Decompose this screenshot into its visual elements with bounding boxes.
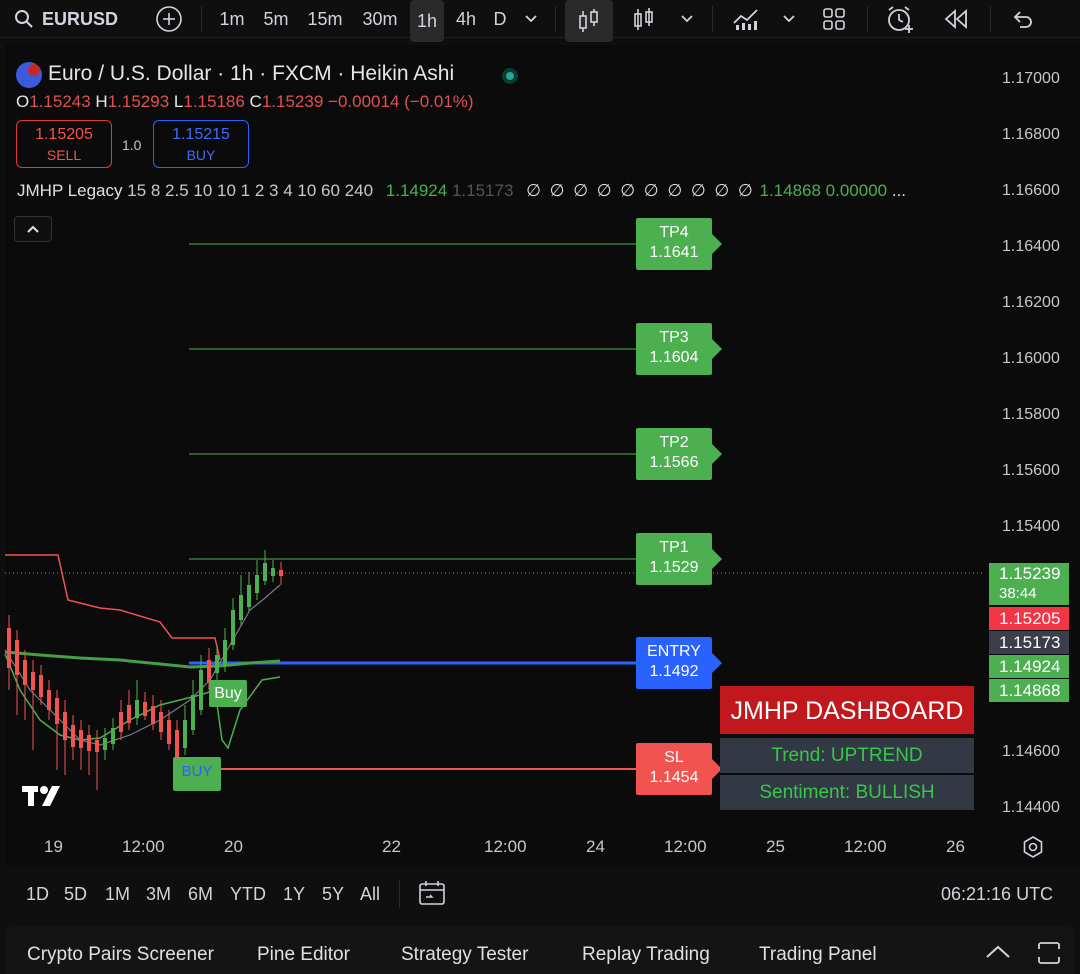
dashboard-sentiment: Sentiment: BULLISH (720, 775, 974, 810)
tp1-tag: TP1 1.1529 (636, 533, 722, 585)
tab-trading-panel[interactable]: Trading Panel (759, 944, 877, 966)
range-ytd[interactable]: YTD (230, 884, 266, 905)
time-label: 26 (946, 837, 965, 856)
range-6m[interactable]: 6M (188, 884, 213, 905)
price-label: 1.16600 (1002, 182, 1060, 199)
collapse-legend-button[interactable] (14, 216, 52, 242)
quantity[interactable]: 1.0 (122, 137, 141, 153)
range-5y[interactable]: 5Y (322, 884, 344, 905)
price-label: 1.15400 (1002, 518, 1060, 535)
price-label: 1.15800 (1002, 406, 1060, 423)
tab-strategy-tester[interactable]: Strategy Tester (401, 944, 528, 966)
time-label: 19 (44, 837, 63, 856)
price-label: 1.16800 (1002, 126, 1060, 143)
time-label: 24 (586, 837, 605, 856)
tab-pine-editor[interactable]: Pine Editor (257, 944, 350, 966)
candles (7, 550, 283, 790)
time-label: 12:00 (122, 837, 165, 856)
tp4-tag: TP4 1.1641 (636, 218, 722, 270)
toolbar-divider (399, 880, 400, 908)
time-label: 25 (766, 837, 785, 856)
chevron-up-icon (27, 225, 39, 233)
time-label: 12:00 (664, 837, 707, 856)
range-1m[interactable]: 1M (105, 884, 130, 905)
time-label: 12:00 (844, 837, 887, 856)
dashboard-panel: JMHP DASHBOARD Trend: UPTREND Sentiment:… (720, 686, 974, 810)
indicator-price-tag: 1.14868 (989, 679, 1069, 702)
range-1y[interactable]: 1Y (283, 884, 305, 905)
time-label: 22 (382, 837, 401, 856)
time-label: 20 (224, 837, 243, 856)
range-5d[interactable]: 5D (64, 884, 87, 905)
price-label: 1.16000 (1002, 350, 1060, 367)
dashboard-title: JMHP DASHBOARD (720, 686, 974, 734)
chevron-up-icon (986, 945, 1010, 958)
maximize-panel-button[interactable] (1036, 940, 1062, 971)
market-status-icon[interactable] (502, 68, 518, 84)
price-label: 1.15600 (1002, 462, 1060, 479)
tp2-tag: TP2 1.1566 (636, 428, 722, 480)
indicator-price-tag: 1.15173 (989, 631, 1069, 654)
buy-button[interactable]: 1.15215 BUY (153, 120, 249, 168)
indicator-price-tag: 1.14924 (989, 655, 1069, 678)
buy-signal-label: Buy (209, 680, 247, 707)
indicator-legend[interactable]: JMHP Legacy 15 8 2.5 10 10 1 2 3 4 10 60… (17, 181, 906, 201)
range-all[interactable]: All (360, 884, 380, 905)
dashboard-trend: Trend: UPTREND (720, 738, 974, 773)
expand-panel-button[interactable] (984, 942, 1012, 967)
price-label: 1.16400 (1002, 238, 1060, 255)
goto-date-button[interactable] (418, 880, 448, 913)
price-label: 1.17000 (1002, 70, 1060, 87)
sl-tag: SL 1.1454 (636, 743, 722, 795)
tab-crypto-pairs-screener[interactable]: Crypto Pairs Screener (27, 944, 214, 966)
range-3m[interactable]: 3M (146, 884, 171, 905)
tp3-tag: TP3 1.1604 (636, 323, 722, 375)
calendar-icon (419, 881, 445, 905)
clock[interactable]: 06:21:16 UTC (941, 884, 1053, 905)
sell-button[interactable]: 1.15205 SELL (16, 120, 112, 168)
chart-title[interactable]: Euro / U.S. Dollar · 1h · FXCM · Heikin … (48, 62, 454, 86)
price-label: 1.14400 (1002, 799, 1060, 816)
tradingview-logo[interactable] (22, 784, 66, 813)
bid-price-tag: 1.15205 (989, 607, 1069, 630)
range-1d[interactable]: 1D (26, 884, 49, 905)
buy-signal-marker: BUY (173, 757, 221, 791)
moving-average-line (4, 650, 281, 669)
price-label: 1.14600 (1002, 743, 1060, 760)
trailing-stop-line (5, 554, 221, 661)
tab-replay-trading[interactable]: Replay Trading (582, 944, 710, 966)
time-label: 12:00 (484, 837, 527, 856)
entry-tag: ENTRY 1.1492 (636, 637, 722, 689)
flag-icon (16, 62, 42, 88)
price-label: 1.16200 (1002, 294, 1060, 311)
ohlc-values: O1.15243 H1.15293 L1.15186 C1.15239 −0.0… (16, 92, 474, 111)
maximize-icon (1038, 942, 1060, 964)
settings-icon[interactable] (1022, 836, 1044, 863)
last-price-tag: 1.15239 38:44 (989, 563, 1069, 605)
